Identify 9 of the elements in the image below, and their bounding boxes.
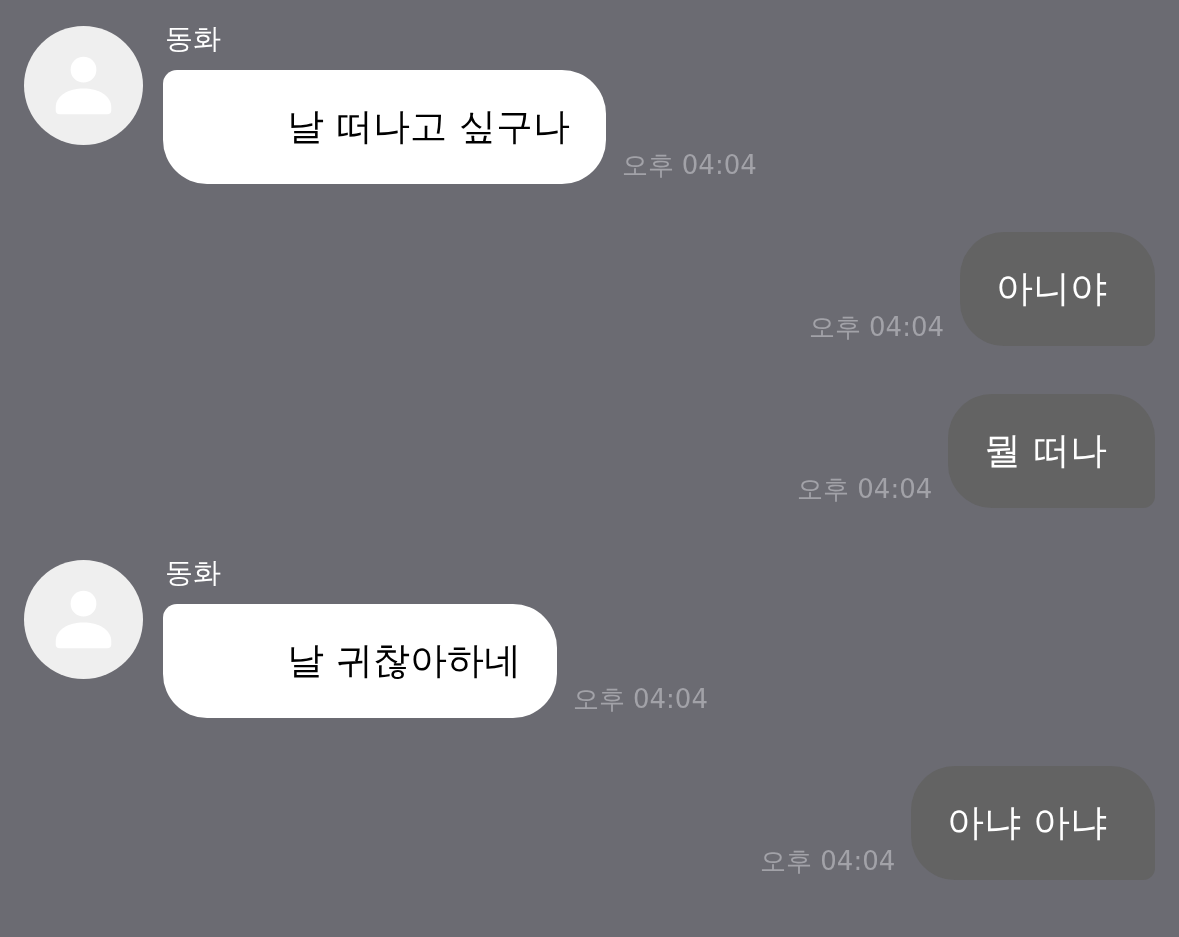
sender-name: 동화 xyxy=(164,22,221,56)
message-bubble: 뭘 떠나 xyxy=(948,394,1155,508)
message-bubble: 날 귀찮아하네 xyxy=(163,604,557,718)
person-avatar-icon[interactable] xyxy=(24,560,143,679)
person-avatar-icon[interactable] xyxy=(24,26,143,145)
sender-name: 동화 xyxy=(164,556,221,590)
message-bubble: 날 떠나고 싶구나 xyxy=(163,70,606,184)
message-bubble: 아니야 xyxy=(960,232,1155,346)
message-bubble: 아냐 아냐 xyxy=(911,766,1155,880)
